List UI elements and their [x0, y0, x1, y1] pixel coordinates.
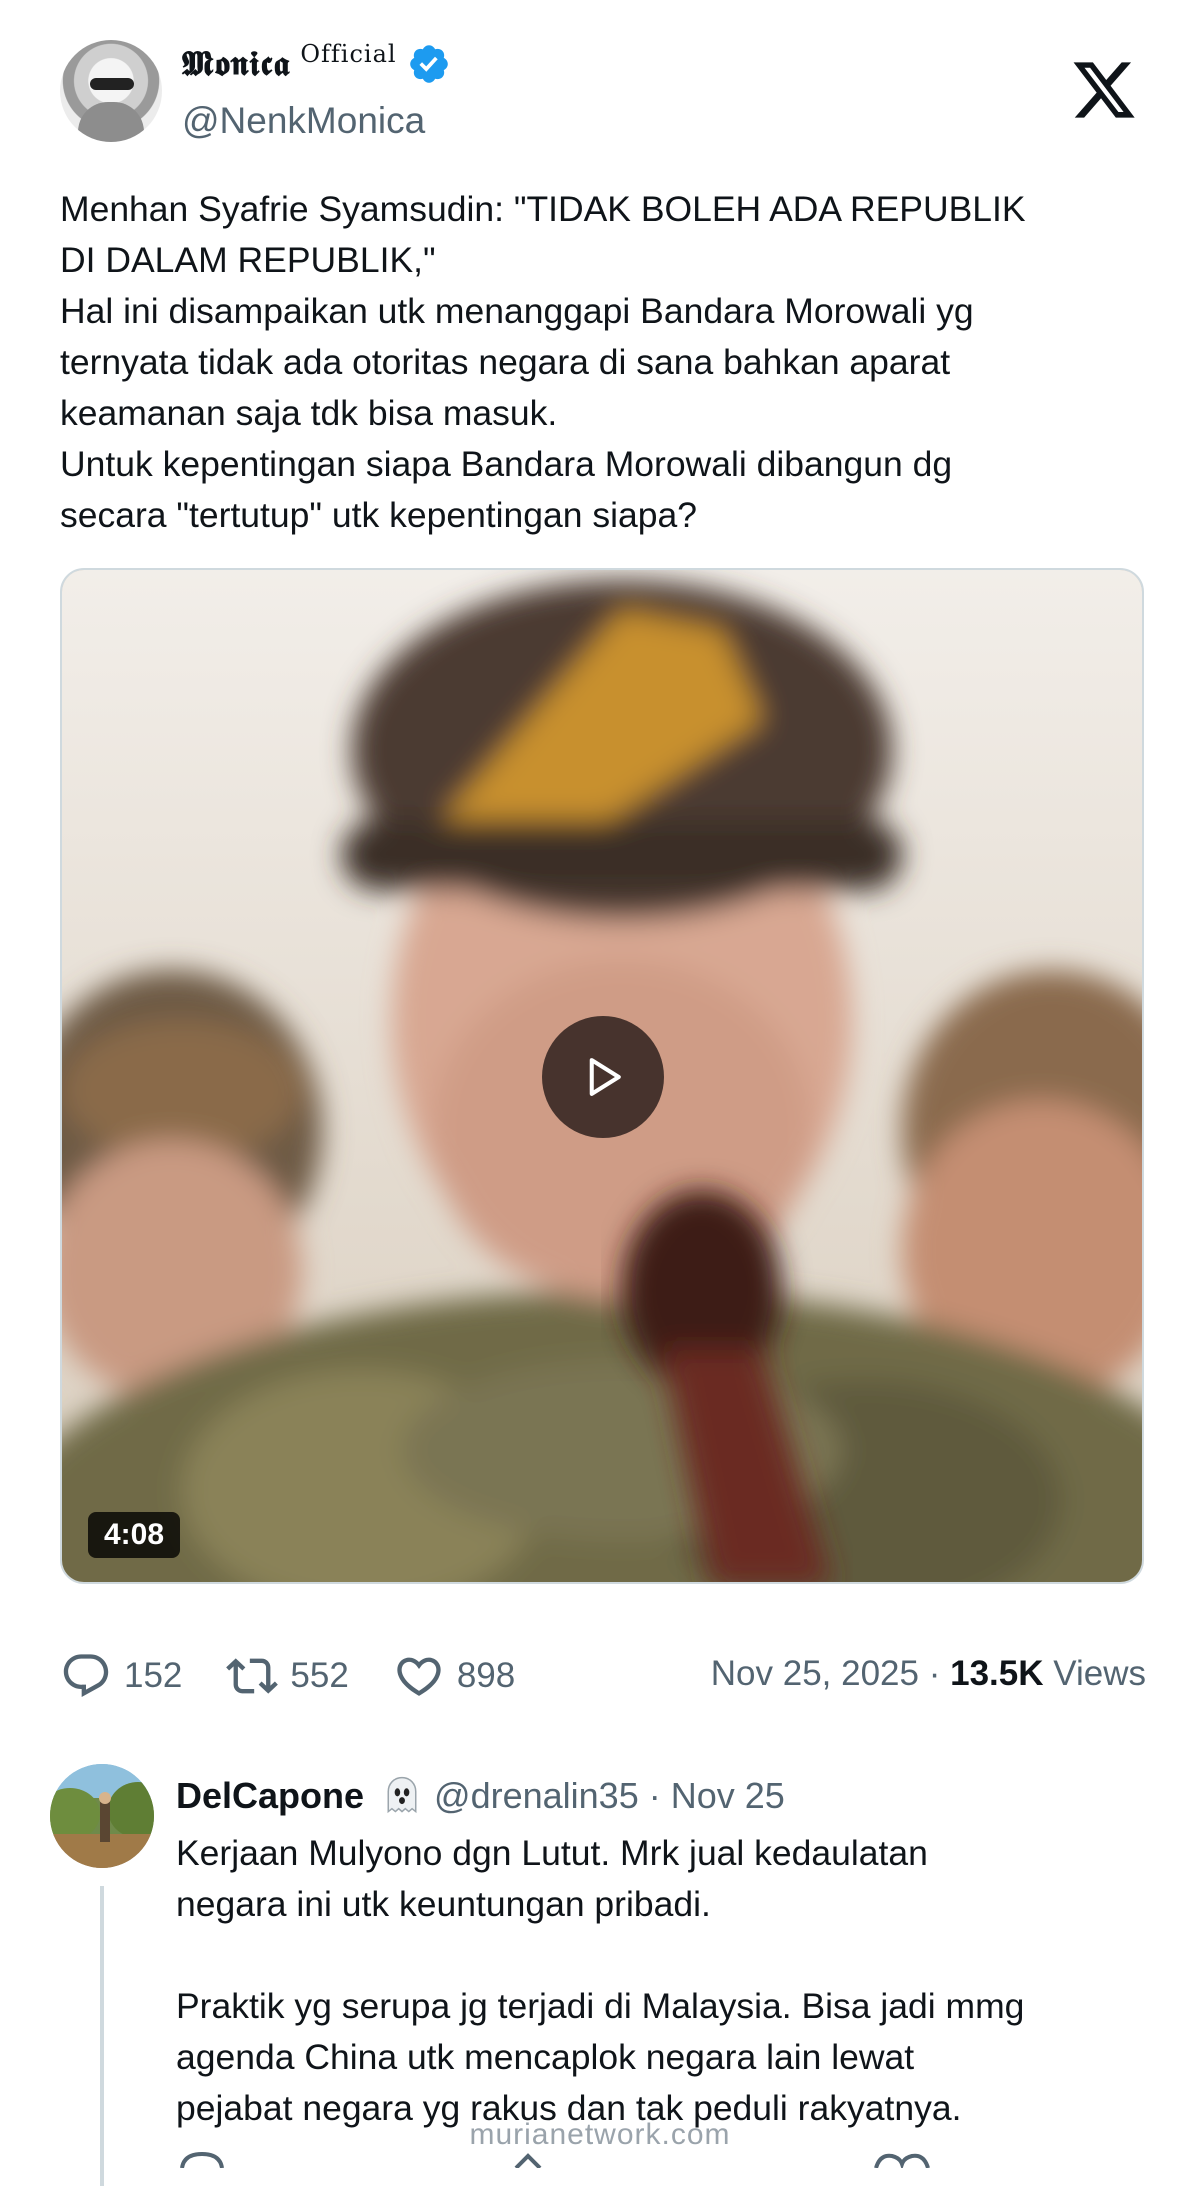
- tweet-line: keamanan saja tdk bisa masuk.: [60, 393, 558, 433]
- watermark: murianetwork.com: [469, 2118, 731, 2151]
- views-count: 13.5K: [950, 1654, 1044, 1693]
- reply-actions-partial: [180, 2151, 930, 2168]
- x-logo-icon[interactable]: [1068, 56, 1140, 124]
- meta-separator: ·: [928, 1654, 941, 1693]
- repost-count: 552: [290, 1656, 349, 1695]
- reply-button[interactable]: 152: [60, 1650, 182, 1702]
- tweet-text: Menhan Syafrie Syamsudin: "TIDAK BOLEH A…: [60, 184, 1160, 541]
- like-count: 898: [456, 1656, 516, 1695]
- reply-text: Kerjaan Mulyono dgn Lutut. Mrk jual keda…: [176, 1828, 1166, 2134]
- tweet-line: ternyata tidak ada otoritas negara di sa…: [60, 342, 951, 382]
- author-display-name[interactable]: 𝕸𝖔𝖓𝖎𝖈𝖆: [182, 44, 290, 84]
- play-button[interactable]: [542, 1016, 664, 1138]
- avatar-glasses: [90, 78, 134, 90]
- tweet-date[interactable]: Nov 25, 2025: [711, 1654, 919, 1693]
- reply-avatar[interactable]: [50, 1764, 154, 1868]
- tweet-line: DI DALAM REPUBLIK,": [60, 240, 436, 280]
- reply-header: DelCapone @drenalin35 · Nov 25: [176, 1774, 785, 1818]
- tweet-meta: Nov 25, 2025 · 13.5K Views: [711, 1654, 1146, 1694]
- heart-icon: [397, 1657, 441, 1696]
- verified-badge-icon: [409, 45, 448, 83]
- avatar-scarf: [78, 102, 144, 142]
- repost-icon: [226, 1658, 279, 1694]
- reply-count: 152: [124, 1656, 183, 1695]
- tweet-line: Menhan Syafrie Syamsudin: "TIDAK BOLEH A…: [60, 189, 1026, 229]
- reply-icon: [63, 1654, 109, 1698]
- tweet-line: Untuk kepentingan siapa Bandara Morowali…: [60, 444, 953, 484]
- ghost-emoji-icon: [387, 1776, 417, 1814]
- reply-line: [176, 1930, 1166, 1981]
- reply-line: Praktik yg serupa jg terjadi di Malaysia…: [176, 1986, 1025, 2026]
- tweet-line: Hal ini disampaikan utk menanggapi Banda…: [60, 291, 974, 331]
- reply-handle-time[interactable]: @drenalin35 · Nov 25: [434, 1775, 785, 1817]
- reply-line: Kerjaan Mulyono dgn Lutut. Mrk jual keda…: [176, 1833, 928, 1873]
- play-icon: [589, 1058, 621, 1096]
- reply-author-name[interactable]: DelCapone: [176, 1775, 364, 1817]
- author-handle[interactable]: @NenkMonica: [182, 100, 425, 142]
- video-duration: 4:08: [88, 1512, 181, 1558]
- author-avatar[interactable]: [60, 40, 162, 142]
- tweet-line: secara "tertutup" utk kepentingan siapa?: [60, 495, 698, 535]
- tweet-actions: 152 552 898: [60, 1646, 559, 1706]
- reply-avatar-image: [50, 1764, 154, 1868]
- official-tag: Official: [300, 40, 397, 68]
- repost-button[interactable]: 552: [226, 1650, 349, 1702]
- author-name-row[interactable]: 𝕸𝖔𝖓𝖎𝖈𝖆 Official: [182, 40, 451, 86]
- like-button[interactable]: 898: [393, 1650, 515, 1702]
- views-label: Views: [1053, 1654, 1146, 1693]
- reply-line: negara ini utk keuntungan pribadi.: [176, 1884, 711, 1924]
- reply-line: agenda China utk mencaplok negara lain l…: [176, 2037, 915, 2077]
